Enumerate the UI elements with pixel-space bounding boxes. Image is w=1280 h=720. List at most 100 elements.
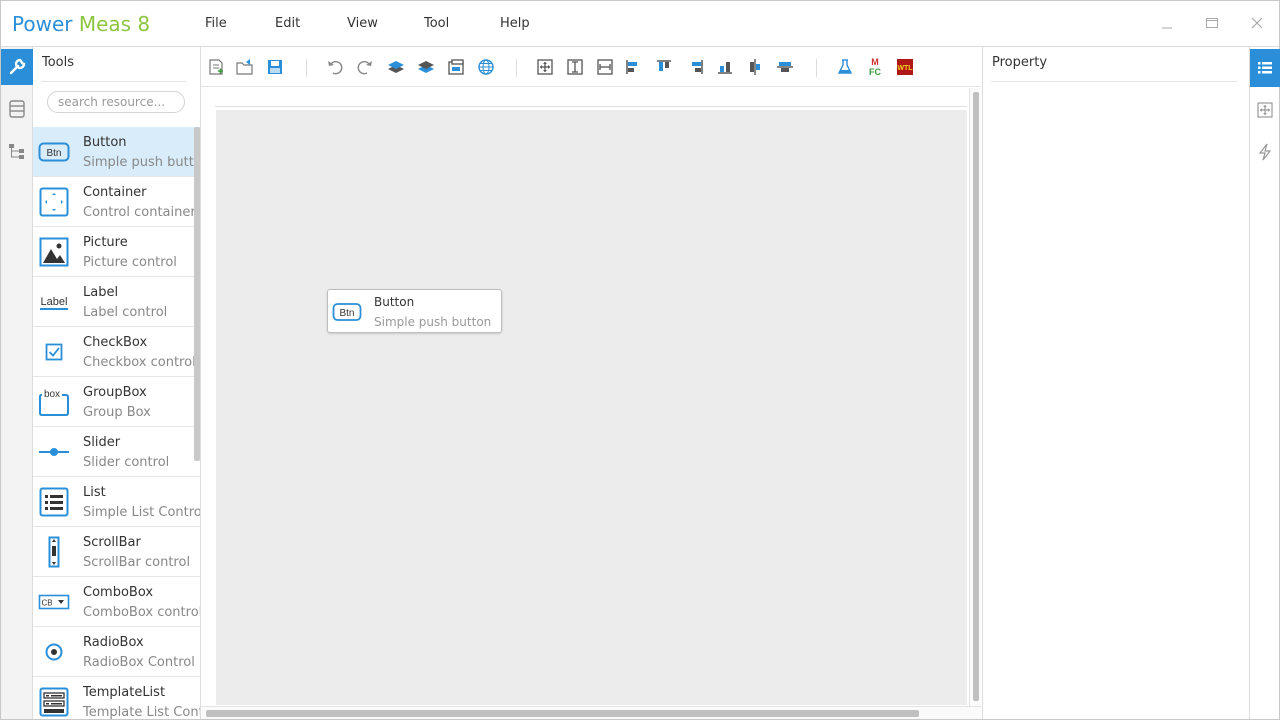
tool-desc: ComboBox control	[83, 605, 201, 620]
design-surface[interactable]: Btn Button Simple push button	[216, 110, 967, 705]
center-vertical-icon[interactable]	[565, 57, 585, 77]
mfc-icon[interactable]: M FC	[865, 57, 885, 77]
tool-item-combobox[interactable]: CB ComboBox ComboBox control	[33, 577, 201, 627]
tools-panel-title: Tools	[42, 55, 75, 70]
tool-desc: Group Box	[83, 405, 151, 420]
align-top-icon[interactable]	[654, 57, 674, 77]
checkbox-icon	[37, 336, 71, 368]
horizontal-scrollbar-thumb[interactable]	[206, 710, 919, 717]
tool-name: TemplateList	[83, 685, 166, 700]
picture-icon	[37, 236, 71, 268]
tool-item-label[interactable]: Label Label Label control	[33, 277, 200, 327]
tool-desc: Control container	[83, 205, 196, 220]
tool-item-templatelist[interactable]: TemplateList Template List Control	[33, 677, 200, 719]
list-icon	[37, 486, 71, 518]
new-page-icon[interactable]	[206, 57, 226, 77]
scrollbar-icon	[37, 536, 71, 568]
divider	[816, 59, 817, 77]
save-icon[interactable]	[265, 57, 285, 77]
tool-name: GroupBox	[83, 385, 147, 400]
divider	[306, 59, 307, 77]
placed-control-desc: Simple push button	[374, 315, 492, 329]
flask-icon[interactable]	[835, 57, 855, 77]
tool-name: Label	[83, 285, 119, 300]
tool-desc: RadioBox Control	[83, 655, 195, 670]
open-export-icon[interactable]	[235, 57, 255, 77]
tool-item-picture[interactable]: Picture Picture control	[33, 227, 200, 277]
send-back-icon[interactable]	[416, 57, 436, 77]
minimize-icon[interactable]	[1159, 15, 1175, 31]
divider	[991, 81, 1237, 82]
menu-tool[interactable]: Tool	[424, 16, 449, 31]
groupbox-icon-label: box	[44, 389, 60, 400]
distribute-vertical-icon[interactable]	[775, 57, 795, 77]
center-horizontal-icon[interactable]	[595, 57, 615, 77]
combobox-icon-label: CB	[41, 599, 52, 608]
label-icon: Label	[37, 286, 71, 318]
maximize-icon[interactable]	[1204, 15, 1220, 31]
center-both-icon[interactable]	[535, 57, 555, 77]
tool-desc: Label control	[83, 305, 168, 320]
layout-icon[interactable]	[1250, 91, 1280, 129]
event-bolt-icon[interactable]	[1250, 133, 1280, 171]
wtl-icon[interactable]: WTL	[895, 57, 915, 77]
search-input[interactable]	[47, 91, 185, 113]
undo-icon[interactable]	[325, 57, 345, 77]
bring-front-icon[interactable]	[386, 57, 406, 77]
align-bottom-icon[interactable]	[715, 57, 735, 77]
menu-view[interactable]: View	[347, 16, 378, 31]
align-left-icon[interactable]	[623, 57, 643, 77]
placed-button-control[interactable]: Btn Button Simple push button	[327, 289, 502, 333]
tool-desc: ScrollBar control	[83, 555, 191, 570]
tool-name: Container	[83, 185, 147, 200]
tool-desc: Checkbox control	[83, 355, 196, 370]
placed-button-icon-label: Btn	[339, 308, 354, 319]
menu-edit[interactable]: Edit	[275, 16, 300, 31]
property-list-icon[interactable]	[1250, 49, 1280, 87]
distribute-horizontal-icon[interactable]	[745, 57, 765, 77]
tool-desc: Simple push button	[83, 155, 201, 170]
tool-item-checkbox[interactable]: CheckBox Checkbox control	[33, 327, 200, 377]
app-title-part2: Meas 8	[78, 12, 151, 36]
window-icon[interactable]	[446, 57, 466, 77]
mfc-badge-top: M	[871, 57, 879, 67]
wrench-icon[interactable]	[1, 49, 33, 85]
tool-desc: Simple List Control	[83, 505, 201, 520]
tool-item-groupbox[interactable]: box GroupBox Group Box	[33, 377, 200, 427]
tool-item-container[interactable]: Container Control container	[33, 177, 200, 227]
button-icon: Btn	[332, 301, 362, 323]
tools-scrollbar[interactable]	[194, 127, 200, 461]
ruler-top	[215, 88, 967, 107]
tree-icon[interactable]	[1, 133, 33, 169]
tool-name: List	[83, 485, 106, 500]
mfc-badge-bottom: FC	[869, 67, 881, 77]
tool-item-slider[interactable]: Slider Slider control	[33, 427, 200, 477]
tool-item-button[interactable]: Btn Button Simple push button	[33, 127, 201, 177]
vertical-scrollbar-thumb[interactable]	[973, 92, 979, 701]
tool-desc: Picture control	[83, 255, 177, 270]
tool-item-scrollbar[interactable]: ScrollBar ScrollBar control	[33, 527, 200, 577]
database-icon[interactable]	[1, 91, 33, 127]
radiobox-icon	[37, 636, 71, 668]
divider	[41, 81, 186, 82]
property-panel-title: Property	[992, 55, 1048, 70]
tool-item-list[interactable]: List Simple List Control	[33, 477, 201, 527]
tool-item-radiobox[interactable]: RadioBox RadioBox Control	[33, 627, 200, 677]
menu-help[interactable]: Help	[500, 16, 530, 31]
combobox-icon: CB	[37, 586, 71, 618]
container-icon	[37, 186, 71, 218]
app-title: Power Meas 8	[12, 11, 150, 37]
tool-name: RadioBox	[83, 635, 144, 650]
align-right-icon[interactable]	[686, 57, 706, 77]
tool-name: CheckBox	[83, 335, 148, 350]
divider	[516, 59, 517, 77]
label-icon-text: Label	[41, 296, 68, 308]
vertical-scrollbar[interactable]	[969, 88, 981, 706]
app-title-part1: Power	[12, 12, 73, 36]
redo-icon[interactable]	[355, 57, 375, 77]
horizontal-scrollbar[interactable]	[201, 706, 981, 719]
globe-icon[interactable]	[476, 57, 496, 77]
close-icon[interactable]	[1249, 15, 1265, 31]
menu-file[interactable]: File	[205, 16, 227, 31]
toolbar: M FC WTL	[201, 47, 981, 87]
